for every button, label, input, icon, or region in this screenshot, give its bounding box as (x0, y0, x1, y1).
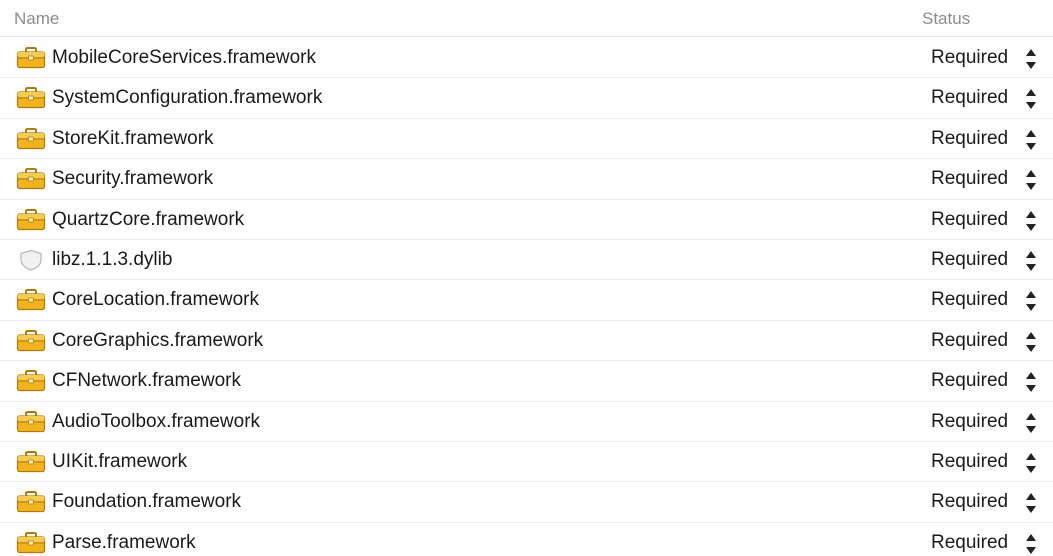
up-down-arrows-icon[interactable] (1024, 451, 1038, 475)
status-popup[interactable]: Required (931, 168, 1008, 190)
toolbox-icon (16, 450, 46, 473)
up-down-arrows-icon[interactable] (1024, 370, 1038, 394)
toolbox-icon (16, 87, 46, 109)
table-row[interactable]: QuartzCore.framework Required (0, 200, 1053, 240)
framework-name: Foundation.framework (52, 491, 242, 513)
up-down-arrows-icon[interactable] (1024, 128, 1038, 152)
status-popup[interactable]: Required (931, 209, 1008, 231)
table-row[interactable]: UIKit.framework Required (0, 442, 1053, 483)
table-row[interactable]: StoreKit.framework Required (0, 119, 1053, 160)
framework-name: CoreGraphics.framework (52, 329, 264, 351)
table-row[interactable]: libz.1.1.3.dylib Required (0, 240, 1053, 281)
up-down-arrows-icon[interactable] (1024, 87, 1038, 111)
framework-name: Security.framework (52, 168, 214, 190)
library-shield-icon (16, 249, 46, 271)
up-down-arrows-icon[interactable] (1024, 47, 1038, 71)
column-header-name[interactable]: Name (14, 9, 59, 29)
framework-name: AudioToolbox.framework (52, 410, 261, 432)
status-popup[interactable]: Required (931, 47, 1008, 69)
up-down-arrows-icon[interactable] (1024, 209, 1038, 233)
up-down-arrows-icon[interactable] (1024, 411, 1038, 435)
framework-name: libz.1.1.3.dylib (52, 248, 173, 270)
table-row[interactable]: SystemConfiguration.framework Required (0, 78, 1053, 119)
status-popup[interactable]: Required (931, 87, 1008, 109)
framework-name: SystemConfiguration.framework (52, 87, 323, 109)
status-popup[interactable]: Required (931, 128, 1008, 150)
up-down-arrows-icon[interactable] (1024, 491, 1038, 515)
framework-name: CFNetwork.framework (52, 370, 241, 392)
status-popup[interactable]: Required (931, 289, 1008, 311)
toolbox-icon (16, 410, 46, 433)
up-down-arrows-icon[interactable] (1024, 330, 1038, 354)
up-down-arrows-icon[interactable] (1024, 168, 1038, 192)
table-row[interactable]: CoreLocation.framework Required (0, 280, 1053, 321)
toolbox-icon (16, 491, 46, 513)
toolbox-icon (16, 168, 46, 190)
toolbox-icon (16, 531, 46, 554)
toolbox-icon (16, 329, 46, 352)
status-popup[interactable]: Required (931, 330, 1008, 352)
framework-name: QuartzCore.framework (52, 208, 245, 230)
column-header-status[interactable]: Status (922, 9, 970, 29)
table-row[interactable]: AudioToolbox.framework Required (0, 402, 1053, 442)
framework-name: MobileCoreServices.framework (52, 47, 316, 68)
up-down-arrows-icon[interactable] (1024, 289, 1038, 313)
table-row[interactable]: Foundation.framework Required (0, 482, 1053, 523)
status-popup[interactable]: Required (931, 249, 1008, 271)
framework-name: StoreKit.framework (52, 127, 214, 149)
table-row[interactable]: CoreGraphics.framework Required (0, 321, 1053, 362)
table-row[interactable]: MobileCoreServices.framework Required (0, 38, 1053, 79)
status-popup[interactable]: Required (931, 491, 1008, 513)
linked-frameworks-table: Name Status MobileCoreServices.framework… (0, 0, 1053, 556)
status-popup[interactable]: Required (931, 451, 1008, 473)
status-popup[interactable]: Required (931, 411, 1008, 433)
table-header: Name Status (0, 0, 1053, 37)
table-row[interactable]: Security.framework Required (0, 159, 1053, 200)
status-popup[interactable]: Required (931, 532, 1008, 554)
table-body: MobileCoreServices.framework Required Syst… (0, 38, 1053, 556)
up-down-arrows-icon[interactable] (1024, 249, 1038, 273)
up-down-arrows-icon[interactable] (1024, 532, 1038, 556)
framework-name: UIKit.framework (52, 450, 188, 472)
table-row[interactable]: CFNetwork.framework Required (0, 361, 1053, 402)
toolbox-icon (16, 208, 46, 231)
framework-name: CoreLocation.framework (52, 289, 259, 311)
table-row[interactable]: Parse.framework Required (0, 523, 1053, 556)
toolbox-icon (16, 289, 46, 311)
toolbox-icon (16, 370, 46, 392)
status-popup[interactable]: Required (931, 370, 1008, 392)
toolbox-icon (16, 47, 46, 69)
toolbox-icon (16, 127, 46, 150)
framework-name: Parse.framework (52, 531, 196, 553)
